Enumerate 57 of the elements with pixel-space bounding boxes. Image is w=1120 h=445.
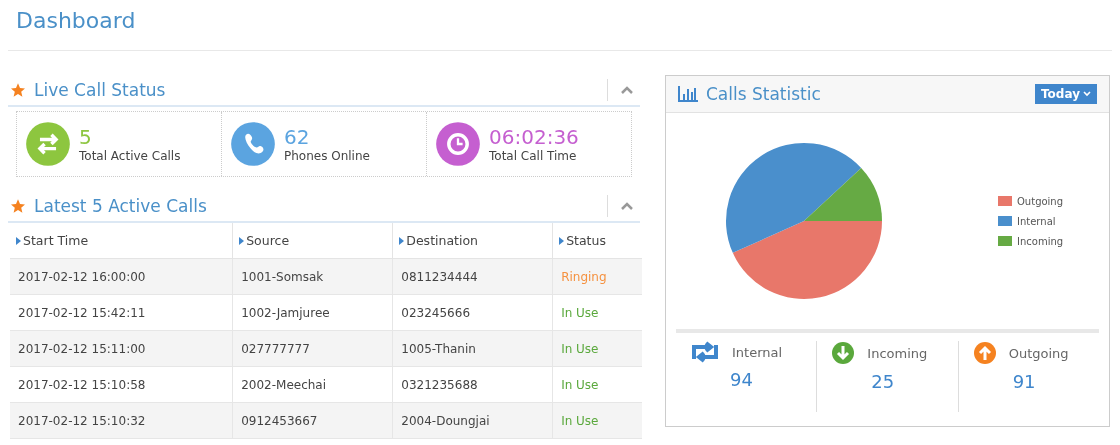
table-cell: 1001-Somsak xyxy=(232,258,393,295)
table-cell: 0912453667 xyxy=(232,402,393,439)
table-cell: In Use xyxy=(552,294,642,331)
column-header[interactable]: Start Time xyxy=(10,223,233,259)
table-cell: 0321235688 xyxy=(392,366,553,403)
star-icon xyxy=(10,82,26,98)
star-icon xyxy=(10,198,26,214)
column-header[interactable]: Source xyxy=(232,223,393,259)
stat-value: 06:02:36 xyxy=(489,125,579,149)
table-cell: 2004-Doungjai xyxy=(392,402,553,439)
section-title: Live Call Status xyxy=(34,80,167,100)
table-cell: 023245666 xyxy=(392,294,553,331)
table-cell: Ringing xyxy=(552,258,642,295)
period-dropdown[interactable]: Today xyxy=(1035,84,1097,104)
table-cell: In Use xyxy=(552,366,642,403)
table-cell: 2017-02-12 15:11:00 xyxy=(10,330,233,367)
total-value: 25 xyxy=(871,371,896,392)
total-label: Outgoing xyxy=(1008,345,1069,361)
column-header[interactable]: Status xyxy=(552,223,642,259)
collapse-icon[interactable] xyxy=(620,85,634,95)
caret-icon xyxy=(16,236,21,245)
chevron-down-icon xyxy=(1083,91,1091,97)
table-cell: 1002-Jamjuree xyxy=(232,294,393,331)
total-value: 91 xyxy=(1012,371,1037,392)
legend-label: Incoming xyxy=(1017,235,1064,247)
table-cell: In Use xyxy=(552,402,642,439)
panel-title: Calls Statistic xyxy=(706,84,822,104)
table-cell: 027777777 xyxy=(232,330,393,367)
bar-chart-icon xyxy=(678,86,698,102)
caret-icon xyxy=(399,236,405,245)
table-cell: 0811234444 xyxy=(392,258,553,295)
legend-label: Outgoing xyxy=(1017,195,1064,207)
caret-icon xyxy=(239,236,245,245)
table-cell: In Use xyxy=(552,330,642,367)
total-value: 94 xyxy=(730,369,754,390)
column-header[interactable]: Destination xyxy=(392,223,553,259)
caret-icon xyxy=(559,236,565,245)
stat-value: 62 xyxy=(284,125,311,149)
table-cell: 2017-02-12 15:10:58 xyxy=(10,366,233,403)
swap-arrows-icon xyxy=(690,341,720,363)
table-cell: 2017-02-12 15:10:32 xyxy=(10,402,233,439)
section-title: Latest 5 Active Calls xyxy=(34,196,208,216)
stat-label: Total Call Time xyxy=(489,149,578,163)
total-label: Internal xyxy=(732,344,783,360)
table-cell: 2017-02-12 15:42:11 xyxy=(10,294,233,331)
table-cell: 1005-Thanin xyxy=(392,330,553,367)
page-title: Dashboard xyxy=(15,7,137,35)
stat-label: Phones Online xyxy=(284,149,370,163)
table-cell: 2002-Meechai xyxy=(232,366,393,403)
arrow-up-icon xyxy=(972,341,997,365)
arrow-down-icon xyxy=(831,341,856,365)
table-cell: 2017-02-12 16:00:00 xyxy=(10,258,233,295)
collapse-icon[interactable] xyxy=(620,201,634,211)
total-label: Incoming xyxy=(867,345,928,361)
stat-value: 5 xyxy=(79,125,93,149)
legend-label: Internal xyxy=(1017,215,1056,227)
stat-label: Total Active Calls xyxy=(79,149,181,163)
